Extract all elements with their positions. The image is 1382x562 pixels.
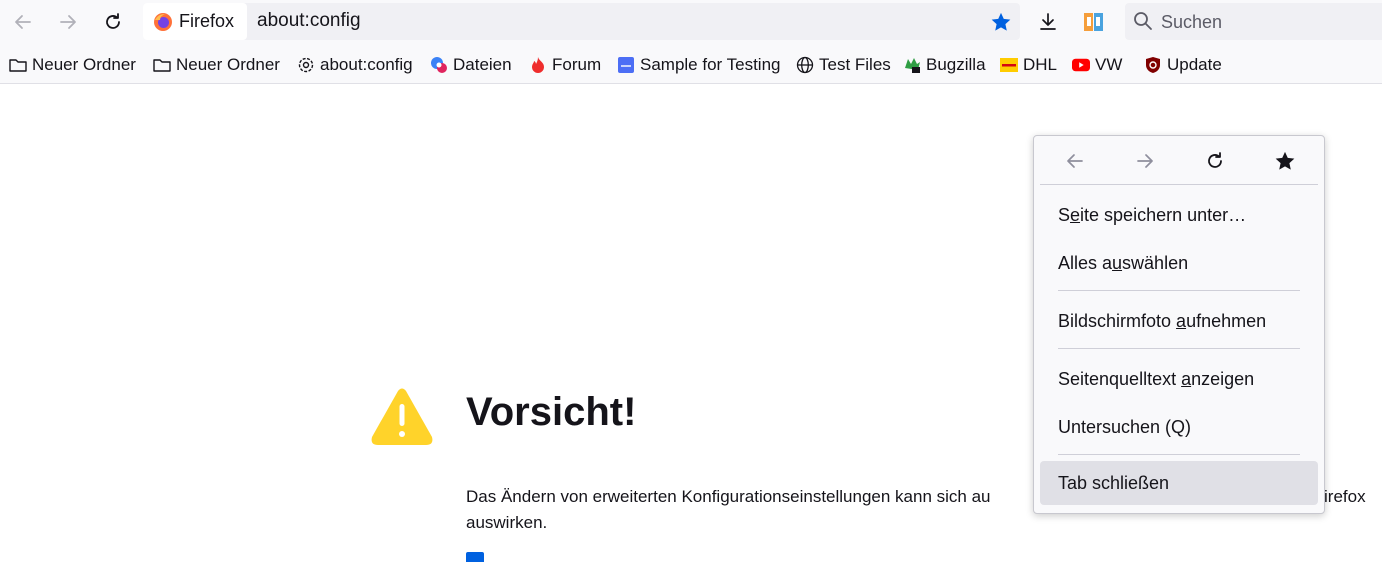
bookmark-label: Neuer Ordner <box>176 55 280 74</box>
warning-checkbox[interactable] <box>466 552 484 562</box>
bugzilla-icon <box>903 56 921 74</box>
search-icon <box>1134 12 1152 30</box>
folder-icon <box>153 56 171 74</box>
back-arrow-icon <box>15 15 31 29</box>
download-icon <box>1040 13 1056 30</box>
bookmark-test-files[interactable]: Test Files <box>796 54 891 76</box>
reload-icon <box>1208 152 1222 168</box>
extension-button[interactable] <box>1078 6 1110 38</box>
menu-item-label: Alles auswählen <box>1058 252 1189 273</box>
bookmark-label: Neuer Ordner <box>32 55 136 74</box>
menu-item-close-tab[interactable]: Tab schließen <box>1040 461 1318 505</box>
bookmark-dhl[interactable]: DHL <box>1000 54 1057 76</box>
flame-icon <box>529 56 547 74</box>
youtube-icon <box>1072 56 1090 74</box>
bookmark-vw[interactable]: VW <box>1072 54 1122 76</box>
bookmark-label: Test Files <box>819 55 891 74</box>
menu-item-label: Bildschirmfoto aufnehmen <box>1058 310 1267 331</box>
star-filled-icon <box>991 12 1011 31</box>
menu-separator <box>1058 290 1300 291</box>
context-menu-navigation <box>1034 136 1324 184</box>
menu-item-view-source[interactable]: Seitenquelltext anzeigen <box>1040 357 1318 401</box>
globe-icon <box>796 56 814 74</box>
menu-item-label: Tab schließen <box>1058 472 1170 493</box>
reload-icon <box>106 13 120 29</box>
reload-button[interactable] <box>97 6 129 38</box>
bookmarks-toolbar: Neuer Ordner Neuer Ordner about:config D… <box>0 44 1382 84</box>
bookmark-label: DHL <box>1023 55 1058 74</box>
bookmark-label: Dateien <box>453 55 512 74</box>
dateien-icon <box>430 56 448 74</box>
back-arrow-icon <box>1067 154 1083 168</box>
description-tail: irefox <box>1324 487 1366 506</box>
sample-icon <box>617 56 635 74</box>
bookmark-label: Update <box>1167 55 1222 74</box>
downloads-button[interactable] <box>1032 6 1064 38</box>
context-menu: Seite speichern unter… Alles auswählen B… <box>1033 135 1325 514</box>
identity-label: Firefox <box>179 11 235 31</box>
menu-item-save-page[interactable]: Seite speichern unter… <box>1040 193 1318 237</box>
bookmark-label: Bugzilla <box>926 55 986 74</box>
url-text[interactable]: about:config <box>257 10 361 32</box>
bookmark-label: VW <box>1095 55 1123 74</box>
bookmark-bugzilla[interactable]: Bugzilla <box>903 54 986 76</box>
bookmark-folder-1[interactable]: Neuer Ordner <box>9 54 136 76</box>
context-bookmark-button[interactable] <box>1270 146 1300 176</box>
url-bar[interactable]: Firefox about:config <box>143 3 1020 40</box>
context-back-button[interactable] <box>1060 146 1090 176</box>
menu-separator <box>1058 348 1300 349</box>
menu-item-inspect[interactable]: Untersuchen (Q) <box>1040 405 1318 449</box>
bookmark-folder-2[interactable]: Neuer Ordner <box>153 54 280 76</box>
context-forward-button[interactable] <box>1130 146 1160 176</box>
extension-tiles-icon <box>1084 13 1103 31</box>
menu-item-select-all[interactable]: Alles auswählen <box>1040 241 1318 285</box>
menu-item-label: Seitenquelltext anzeigen <box>1058 368 1255 389</box>
menu-separator <box>1040 184 1318 185</box>
folder-icon <box>9 56 27 74</box>
bookmark-dateien[interactable]: Dateien <box>430 54 512 76</box>
description-line1: Das Ändern von erweiterten Konfiguration… <box>466 487 991 506</box>
back-button[interactable] <box>7 6 39 38</box>
star-filled-icon <box>1275 151 1295 170</box>
forward-arrow-icon <box>1137 154 1153 168</box>
menu-item-screenshot[interactable]: Bildschirmfoto aufnehmen <box>1040 299 1318 343</box>
identity-box[interactable]: Firefox <box>143 3 247 40</box>
menu-item-label: Untersuchen (Q) <box>1058 416 1192 437</box>
bookmark-label: Sample for Testing <box>640 55 781 74</box>
firefox-logo-icon <box>154 12 172 31</box>
warning-icon <box>370 387 434 452</box>
menu-item-label: Seite speichern unter… <box>1058 204 1247 225</box>
ublock-icon <box>1144 56 1162 74</box>
search-placeholder: Suchen <box>1161 12 1223 32</box>
gear-icon <box>297 56 315 74</box>
bookmark-update[interactable]: Update <box>1144 54 1222 76</box>
bookmark-label: Forum <box>552 55 602 74</box>
menu-separator <box>1058 454 1300 455</box>
bookmark-about-config[interactable]: about:config <box>297 54 413 76</box>
bookmark-star-button[interactable] <box>988 9 1014 35</box>
bookmark-label: about:config <box>320 55 413 74</box>
dhl-icon <box>1000 56 1018 74</box>
search-bar[interactable]: Suchen <box>1125 3 1382 40</box>
forward-button[interactable] <box>52 6 84 38</box>
bookmark-sample-for-testing[interactable]: Sample for Testing <box>617 54 780 76</box>
navigation-toolbar: Firefox about:config Suchen <box>0 0 1382 44</box>
description-line2: auswirken. <box>466 513 548 532</box>
context-reload-button[interactable] <box>1200 146 1230 176</box>
page-title: Vorsicht! <box>466 390 637 434</box>
forward-arrow-icon <box>60 15 76 29</box>
bookmark-forum[interactable]: Forum <box>529 54 601 76</box>
